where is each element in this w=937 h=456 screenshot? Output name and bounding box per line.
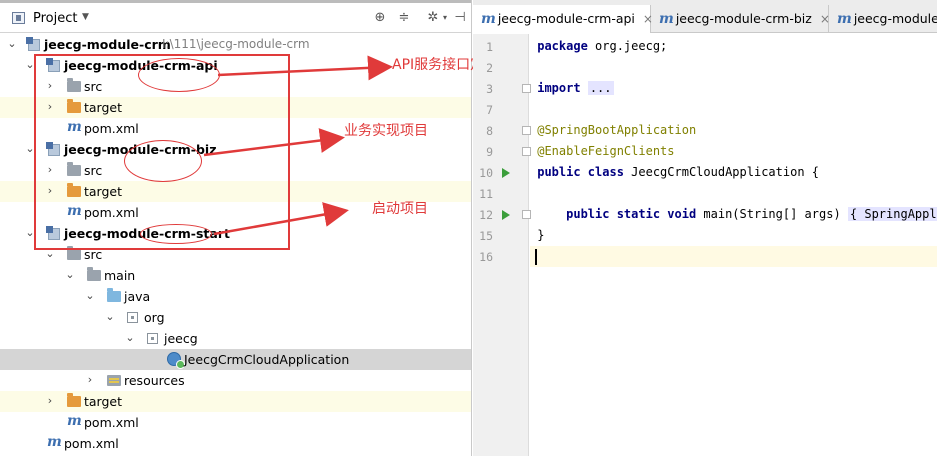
gear-dropdown-icon[interactable]: ▾ — [437, 10, 453, 26]
tab-label: jeecg-module-crm-biz — [675, 11, 812, 26]
chevron-right-icon[interactable]: › — [84, 371, 96, 389]
line-number: 7 — [486, 103, 493, 117]
tree-row-org[interactable]: ⌄ org — [0, 307, 471, 328]
tab-crm-start[interactable]: m jeecg-module- — [829, 5, 937, 33]
line-number: 8 — [486, 124, 493, 138]
line-number: 15 — [479, 229, 493, 243]
tab-label: jeecg-module- — [853, 11, 937, 26]
text-cursor — [535, 249, 537, 265]
tree-row-root-pom[interactable]: m pom.xml — [0, 433, 471, 454]
maven-icon: m — [481, 11, 496, 27]
code-editor: m jeecg-module-crm-api × m jeecg-module-crm… — [473, 0, 937, 456]
tree-label: java — [124, 289, 151, 304]
line-number: 11 — [479, 187, 493, 201]
collapse-all-icon[interactable]: ≑ — [396, 10, 412, 26]
tab-crm-api[interactable]: m jeecg-module-crm-api × — [473, 5, 653, 33]
tree-row-jeecg[interactable]: ⌄ jeecg — [0, 328, 471, 349]
resources-folder-icon — [107, 375, 121, 386]
line-number: 10 — [479, 166, 493, 180]
chevron-down-icon[interactable]: ▼ — [82, 12, 89, 22]
tree-row-application-class[interactable]: JeecgCrmCloudApplication — [0, 349, 471, 370]
line-number: 2 — [486, 61, 493, 75]
folder-icon — [87, 267, 101, 281]
run-icon[interactable] — [502, 168, 510, 178]
tree-row-main[interactable]: ⌄ main — [0, 265, 471, 286]
line-number-gutter: 1 2 3 7 8 9 10 11 12 15 16 — [473, 34, 531, 456]
code-line: @EnableFeignClients — [537, 144, 675, 158]
tree-row-root-module[interactable]: ⌄ jeecg-module-crm I:\111\jeecg-module-c… — [0, 34, 471, 55]
tree-row-start-target[interactable]: › target — [0, 391, 471, 412]
project-view-icon — [12, 12, 25, 24]
maven-icon: m — [837, 11, 852, 27]
code-line: public static void main(String[] args) {… — [530, 204, 937, 225]
maven-icon: m — [659, 11, 674, 27]
maven-icon: m — [67, 413, 82, 429]
line-number: 12 — [479, 208, 493, 222]
code-line: import ... — [537, 81, 614, 95]
hide-panel-icon[interactable]: ⊣ — [452, 10, 468, 26]
tree-label: pom.xml — [64, 436, 119, 451]
tree-path: I:\111\jeecg-module-crm — [162, 37, 310, 51]
code-line: package org.jeecg; — [537, 39, 668, 53]
excluded-folder-icon — [67, 393, 81, 407]
tree-label: pom.xml — [84, 415, 139, 430]
code-line: public class JeecgCrmCloudApplication { — [537, 165, 820, 179]
callout-biz: 业务实现项目 — [344, 123, 428, 139]
annotation-ellipse-api — [138, 58, 220, 92]
tree-label: org — [144, 310, 165, 325]
folder-icon — [67, 246, 81, 260]
chevron-down-icon[interactable]: ⌄ — [124, 329, 136, 347]
source-folder-icon — [107, 288, 121, 302]
run-icon[interactable] — [502, 210, 510, 220]
package-icon — [127, 312, 138, 323]
annotation-ellipse-biz — [124, 140, 202, 182]
tree-row-start-pom[interactable]: m pom.xml — [0, 412, 471, 433]
code-line: @SpringBootApplication — [537, 123, 697, 137]
locate-icon[interactable]: ⊕ — [372, 10, 388, 26]
project-view-title[interactable]: Project — [33, 11, 77, 26]
tab-crm-biz[interactable]: m jeecg-module-crm-biz × — [651, 5, 830, 33]
maven-icon: m — [47, 434, 62, 450]
line-number: 16 — [479, 250, 493, 264]
chevron-down-icon[interactable]: ⌄ — [6, 35, 18, 53]
project-panel-header: Project ▼ ⊕ ≑ ✲ ▾ ⊣ — [0, 3, 471, 33]
module-icon — [26, 37, 40, 51]
package-icon — [147, 333, 158, 344]
callout-start: 启动项目 — [372, 201, 428, 217]
tab-label: jeecg-module-crm-api — [497, 11, 635, 26]
line-number: 9 — [486, 145, 493, 159]
code-area[interactable]: package org.jeecg; import ... @SpringBoo… — [530, 34, 937, 456]
chevron-down-icon[interactable]: ⌄ — [64, 266, 76, 284]
line-number: 3 — [486, 82, 493, 96]
editor-tab-bar: m jeecg-module-crm-api × m jeecg-module-crm… — [473, 0, 937, 33]
chevron-down-icon[interactable]: ⌄ — [84, 287, 96, 305]
line-number: 1 — [486, 40, 493, 54]
spring-boot-class-icon — [167, 352, 185, 369]
code-line: } — [530, 228, 545, 242]
chevron-down-icon[interactable]: ⌄ — [104, 308, 116, 326]
tree-label: jeecg — [164, 331, 198, 346]
code-line-current — [530, 246, 937, 267]
annotation-ellipse-start — [140, 224, 212, 244]
tree-row-java[interactable]: ⌄ java — [0, 286, 471, 307]
tree-label: target — [84, 394, 123, 409]
tree-label: resources — [124, 373, 185, 388]
tree-label: jeecg-module-crm — [44, 37, 171, 52]
chevron-right-icon[interactable]: › — [44, 392, 56, 410]
tree-label: main — [104, 268, 136, 283]
tree-row-resources[interactable]: › resources — [0, 370, 471, 391]
tree-label: JeecgCrmCloudApplication — [184, 352, 350, 367]
